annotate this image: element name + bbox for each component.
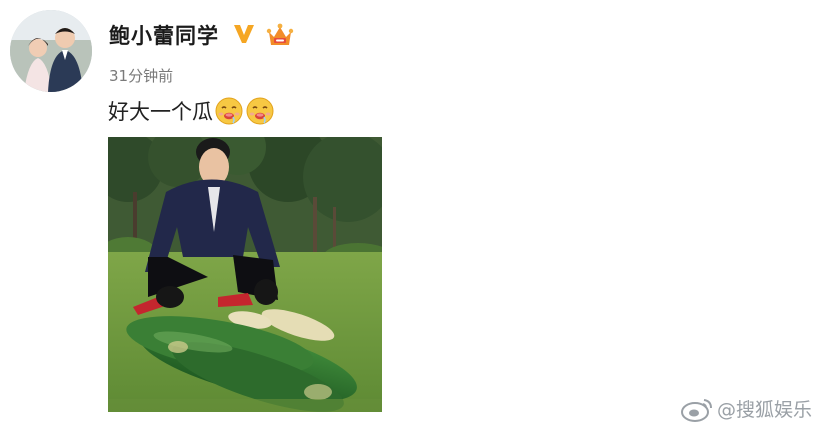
post-photo[interactable] [108,137,382,412]
drooling-face-emoji-icon [246,97,274,125]
weibo-logo-icon [681,398,712,422]
watermark-text: @搜狐娱乐 [717,399,813,421]
username[interactable]: 鲍小蕾同学 [109,20,219,50]
drooling-face-emoji-icon [215,97,243,125]
watermark: @搜狐娱乐 [680,395,812,422]
verified-v-icon [234,25,254,43]
photo-image [108,137,382,412]
post-timestamp[interactable]: 31分钟前 [109,65,173,86]
avatar-image [10,10,92,92]
post-text: 好大一个瓜 [108,100,213,124]
user-avatar[interactable] [10,10,92,92]
weibo-post: 鲍小蕾同学 31分钟前 好大一个瓜 @搜狐娱乐 [0,0,833,432]
post-content: 好大一个瓜 [108,96,275,126]
vip-crown-icon[interactable] [266,22,294,48]
